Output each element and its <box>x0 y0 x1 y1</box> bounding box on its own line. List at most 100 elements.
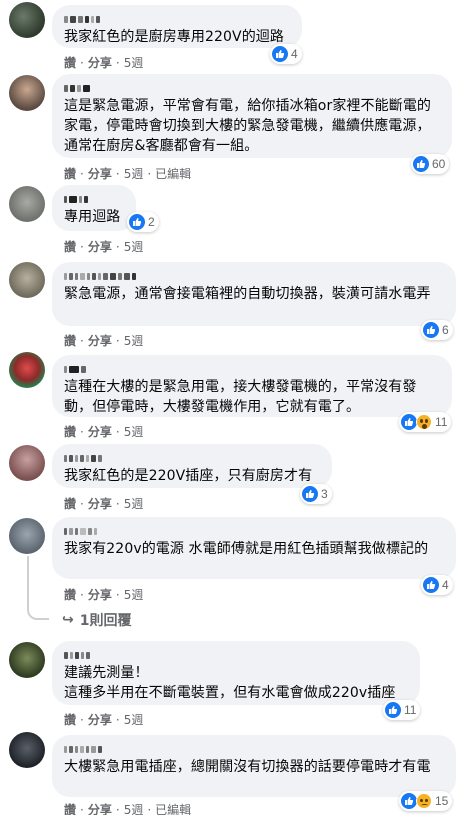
timestamp[interactable]: 5週 <box>124 801 144 815</box>
commenter-name[interactable] <box>64 453 320 462</box>
separator-dot: · <box>115 333 120 348</box>
view-replies-link[interactable]: ↪ 1則回覆 <box>62 610 131 630</box>
share-button[interactable]: 分享 <box>88 586 112 603</box>
comment-actions: 讚 · 分享 · 5週 <box>64 495 143 512</box>
timestamp[interactable]: 5週 <box>124 238 144 255</box>
reaction-summary[interactable]: 11 <box>399 412 452 432</box>
comment-actions: 讚 · 分享 · 5週 · 已編輯 <box>64 801 191 815</box>
separator-dot: · <box>147 802 152 815</box>
separator-dot: · <box>115 55 120 70</box>
like-button[interactable]: 讚 <box>64 801 76 815</box>
thumbs-up-icon <box>401 414 417 430</box>
avatar[interactable] <box>9 732 45 768</box>
commenter-name[interactable] <box>64 271 444 280</box>
commenter-name[interactable] <box>64 14 290 23</box>
replies-count-label: 1則回覆 <box>79 613 132 629</box>
avatar[interactable] <box>9 2 45 38</box>
like-button[interactable]: 讚 <box>64 495 76 512</box>
timestamp[interactable]: 5週 <box>124 586 144 603</box>
reaction-count: 4 <box>442 578 449 592</box>
share-button[interactable]: 分享 <box>88 165 112 182</box>
thumbs-up-icon <box>413 156 429 172</box>
reaction-count: 60 <box>432 157 446 171</box>
separator-dot: · <box>80 802 84 815</box>
thumbs-up-icon <box>129 214 145 230</box>
avatar[interactable] <box>9 642 45 678</box>
sad-icon <box>416 793 432 809</box>
separator-dot: · <box>80 166 84 181</box>
reaction-count: 11 <box>435 415 448 429</box>
share-button[interactable]: 分享 <box>88 423 112 440</box>
reaction-summary[interactable]: 3 <box>300 484 332 504</box>
reaction-summary[interactable]: 15 <box>399 791 453 811</box>
comment-text: 建議先測量！ 這種多半用在不斷電裝置，但有水電會做成220v插座 <box>64 665 396 701</box>
share-button[interactable]: 分享 <box>88 332 112 349</box>
separator-dot: · <box>80 587 84 602</box>
like-button[interactable]: 讚 <box>64 54 76 71</box>
avatar[interactable] <box>9 518 45 554</box>
share-button[interactable]: 分享 <box>88 238 112 255</box>
comment-text: 緊急電源，通常會接電箱裡的自動切換器，裝潢可請水電弄 <box>64 286 431 302</box>
avatar[interactable] <box>9 186 45 222</box>
thread-line <box>27 556 29 608</box>
reaction-summary[interactable]: 11 <box>383 700 421 720</box>
reaction-summary[interactable]: 4 <box>421 575 453 595</box>
avatar[interactable] <box>9 75 45 111</box>
comment-bubble: 大樓緊急用電插座，總開關沒有切換器的話要停電時才有電 <box>52 735 456 797</box>
comment-text: 我家紅色的是220V插座，只有廚房才有 <box>64 468 313 484</box>
commenter-name[interactable] <box>64 83 440 92</box>
reaction-summary[interactable]: 2 <box>127 212 159 232</box>
reaction-summary[interactable]: 60 <box>411 154 450 174</box>
thumbs-up-icon <box>423 322 439 338</box>
thumbs-up-icon <box>385 702 401 718</box>
reaction-summary[interactable]: 4 <box>270 44 302 64</box>
like-button[interactable]: 讚 <box>64 332 76 349</box>
timestamp[interactable]: 5週 <box>124 423 144 440</box>
avatar[interactable] <box>9 262 45 298</box>
like-button[interactable]: 讚 <box>64 165 76 182</box>
comment-bubble: 這是緊急電源，平常會有電，給你插冰箱or家裡不能斷電的家電，停電時會切換到大樓的… <box>52 74 452 158</box>
reaction-count: 3 <box>321 487 328 501</box>
commenter-name[interactable] <box>64 194 124 203</box>
comment-actions: 讚 · 分享 · 5週 <box>64 332 143 349</box>
like-button[interactable]: 讚 <box>64 238 76 255</box>
comment-actions: 讚 · 分享 · 5週 <box>64 586 143 603</box>
like-button[interactable]: 讚 <box>64 586 76 603</box>
avatar[interactable] <box>9 445 45 481</box>
separator-dot: · <box>80 333 84 348</box>
share-button[interactable]: 分享 <box>88 54 112 71</box>
edited-label[interactable]: 已編輯 <box>155 801 191 815</box>
timestamp[interactable]: 5週 <box>124 54 144 71</box>
timestamp[interactable]: 5週 <box>124 495 144 512</box>
reaction-summary[interactable]: 6 <box>421 320 453 340</box>
separator-dot: · <box>115 802 120 815</box>
timestamp[interactable]: 5週 <box>124 711 144 728</box>
separator-dot: · <box>115 166 120 181</box>
reaction-count: 2 <box>148 215 155 229</box>
separator-dot: · <box>80 239 84 254</box>
share-button[interactable]: 分享 <box>88 801 112 815</box>
commenter-name[interactable] <box>64 526 444 535</box>
commenter-name[interactable] <box>64 744 444 753</box>
comment-bubble: 我家紅色的是220V插座，只有廚房才有 <box>52 444 332 488</box>
edited-label[interactable]: 已編輯 <box>155 165 191 182</box>
comment-bubble: 建議先測量！ 這種多半用在不斷電裝置，但有水電會做成220v插座 <box>52 641 420 705</box>
timestamp[interactable]: 5週 <box>124 165 144 182</box>
comment-text: 大樓緊急用電插座，總開關沒有切換器的話要停電時才有電 <box>64 759 431 775</box>
like-button[interactable]: 讚 <box>64 711 76 728</box>
reaction-count: 6 <box>442 323 449 337</box>
commenter-name[interactable] <box>64 364 440 373</box>
separator-dot: · <box>115 496 120 511</box>
share-button[interactable]: 分享 <box>88 711 112 728</box>
comment-actions: 讚 · 分享 · 5週 <box>64 54 143 71</box>
thumbs-up-icon <box>423 577 439 593</box>
share-button[interactable]: 分享 <box>88 495 112 512</box>
separator-dot: · <box>80 712 84 727</box>
like-button[interactable]: 讚 <box>64 423 76 440</box>
separator-dot: · <box>115 712 120 727</box>
timestamp[interactable]: 5週 <box>124 332 144 349</box>
comment-bubble: 我家紅色的是廚房專用220V的迴路 <box>52 5 302 48</box>
comment-actions: 讚 · 分享 · 5週 · 已編輯 <box>64 165 191 182</box>
avatar[interactable] <box>9 352 45 388</box>
commenter-name[interactable] <box>64 650 408 659</box>
